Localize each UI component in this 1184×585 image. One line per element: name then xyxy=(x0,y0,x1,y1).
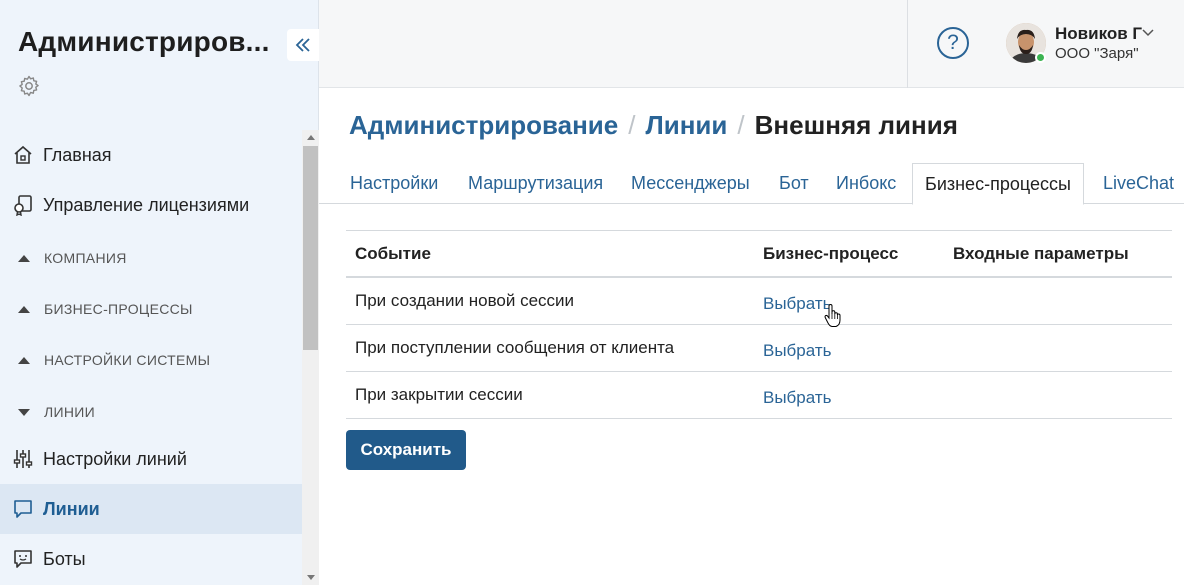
sidebar-group-company[interactable]: КОМПАНИЯ xyxy=(0,238,302,278)
business-process-table: Событие Бизнес-процесс Входные параметры… xyxy=(346,230,1172,419)
chevron-up-icon xyxy=(18,356,30,364)
tab-routing[interactable]: Маршрутизация xyxy=(468,163,603,204)
save-button[interactable]: Сохранить xyxy=(346,430,466,470)
sidebar-title: Администриров... xyxy=(18,26,270,57)
chevron-up-icon xyxy=(18,254,30,262)
bot-icon xyxy=(12,548,34,570)
sidebar-item-lines[interactable]: Линии xyxy=(0,484,302,534)
scroll-up-arrow-icon[interactable] xyxy=(307,135,315,140)
help-button[interactable]: ? xyxy=(937,27,969,59)
online-status-indicator xyxy=(1035,52,1046,63)
sidebar-group-lines[interactable]: ЛИНИИ xyxy=(0,392,302,432)
user-organization: ООО "Заря" xyxy=(1055,45,1139,62)
table-row: При закрытии сессии Выбрать xyxy=(346,372,1172,419)
column-header-input-params: Входные параметры xyxy=(953,244,1129,263)
breadcrumb-link-administration[interactable]: Администрирование xyxy=(349,110,618,141)
sidebar-nav: Главная Управление лицензиями КОМПАНИЯ Б… xyxy=(0,130,302,585)
breadcrumb-separator: / xyxy=(737,110,745,140)
sliders-icon xyxy=(12,448,34,470)
table-row: При создании новой сессии Выбрать xyxy=(346,278,1172,325)
sidebar-item-bots[interactable]: Боты xyxy=(0,534,302,584)
breadcrumb-link-lines[interactable]: Линии xyxy=(646,110,728,141)
tab-business-processes[interactable]: Бизнес-процессы xyxy=(912,163,1084,205)
event-name: При создании новой сессии xyxy=(355,291,575,310)
tab-messengers[interactable]: Мессенджеры xyxy=(631,163,750,204)
table-row: При поступлении сообщения от клиента Выб… xyxy=(346,325,1172,372)
tab-inbox[interactable]: Инбокс xyxy=(836,163,896,204)
license-icon xyxy=(12,194,34,216)
divider xyxy=(907,0,908,88)
sidebar-group-business-processes[interactable]: БИЗНЕС-ПРОЦЕССЫ xyxy=(0,289,302,329)
tab-settings[interactable]: Настройки xyxy=(350,163,438,204)
column-header-business-process: Бизнес-процесс xyxy=(763,244,899,263)
sidebar-item-label: Управление лицензиями xyxy=(43,194,250,215)
page-title: Внешняя линия xyxy=(754,110,958,140)
sidebar: Администриров... Главная Управление лице… xyxy=(0,0,319,585)
sidebar-group-label: НАСТРОЙКИ СИСТЕМЫ xyxy=(44,352,211,368)
chat-icon xyxy=(12,498,34,520)
select-process-link[interactable]: Выбрать xyxy=(763,388,831,408)
chevron-down-icon[interactable] xyxy=(1141,26,1155,40)
select-process-link[interactable]: Выбрать xyxy=(763,294,831,314)
settings-gear-icon[interactable] xyxy=(17,74,41,98)
select-process-link[interactable]: Выбрать xyxy=(763,341,831,361)
sidebar-item-label: Главная xyxy=(43,144,112,165)
chevron-down-icon xyxy=(18,408,30,416)
tab-livechat[interactable]: LiveChat xyxy=(1103,163,1174,204)
event-name: При поступлении сообщения от клиента xyxy=(355,338,675,357)
tab-bot[interactable]: Бот xyxy=(779,163,809,204)
chevron-up-icon xyxy=(18,305,30,313)
breadcrumb-separator: / xyxy=(628,110,636,140)
sidebar-item-label: Настройки линий xyxy=(43,448,187,469)
help-icon: ? xyxy=(947,31,959,54)
sidebar-item-label: Линии xyxy=(43,498,100,519)
sidebar-group-label: БИЗНЕС-ПРОЦЕССЫ xyxy=(44,301,193,317)
table-header: Событие Бизнес-процесс Входные параметры xyxy=(346,230,1172,278)
event-name: При закрытии сессии xyxy=(355,385,523,404)
breadcrumb: Администрирование / Линии / Внешняя лини… xyxy=(349,110,958,141)
sidebar-group-system-settings[interactable]: НАСТРОЙКИ СИСТЕМЫ xyxy=(0,340,302,380)
top-bar: ? Новиков Г ООО "Заря" xyxy=(319,0,1184,88)
sidebar-item-licenses[interactable]: Управление лицензиями xyxy=(0,180,302,230)
hand-cursor-icon xyxy=(824,304,841,327)
user-name[interactable]: Новиков Г xyxy=(1055,24,1142,44)
double-chevron-left-icon xyxy=(295,38,310,52)
home-icon xyxy=(12,144,34,166)
sidebar-scrollbar[interactable] xyxy=(302,130,319,585)
tab-bar: Настройки Маршрутизация Мессенджеры Бот … xyxy=(319,163,1184,205)
scroll-down-arrow-icon[interactable] xyxy=(307,575,315,580)
sidebar-item-label: Боты xyxy=(43,548,86,569)
sidebar-group-label: КОМПАНИЯ xyxy=(44,250,127,266)
scrollbar-thumb[interactable] xyxy=(303,146,318,350)
sidebar-group-label: ЛИНИИ xyxy=(44,404,95,420)
column-header-event: Событие xyxy=(355,244,431,263)
collapse-sidebar-button[interactable] xyxy=(287,29,319,61)
sidebar-item-home[interactable]: Главная xyxy=(0,130,302,180)
sidebar-item-line-settings[interactable]: Настройки линий xyxy=(0,434,302,484)
